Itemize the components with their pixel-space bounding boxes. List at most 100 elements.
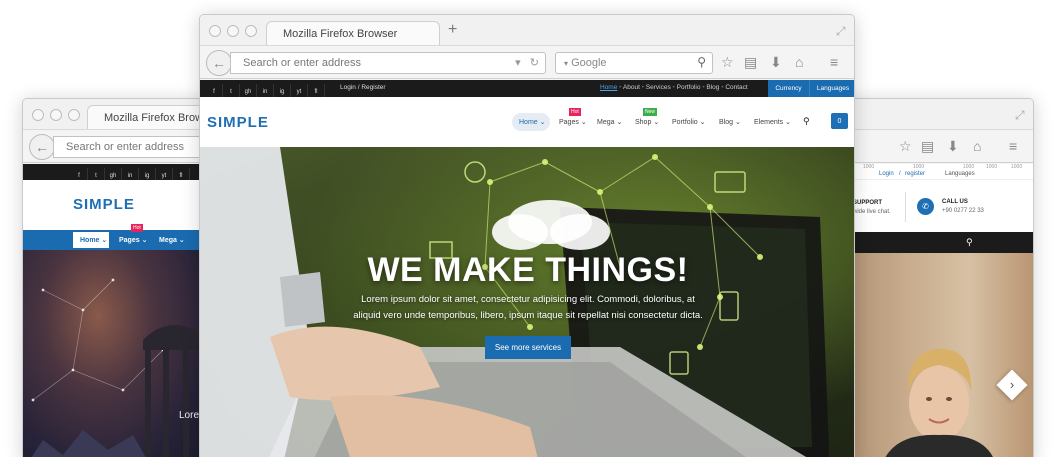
back-button[interactable]: ← (29, 134, 55, 160)
hero-text-block: WE MAKE THINGS! Lorem ipsum dolor sit am… (200, 251, 854, 359)
chevron-down-icon: ⌄ (580, 119, 587, 126)
site-header: SIMPLE (23, 180, 211, 230)
site-topbar: f t gh in ig yt fl Login / Register Home • Abo… (200, 80, 854, 100)
top-link-services[interactable]: Services (646, 84, 671, 91)
address-bar[interactable]: Search or enter address (53, 136, 211, 158)
menu-item-pages[interactable]: Pages ⌄ (119, 236, 147, 244)
menu-item-home[interactable]: Home ⌄ (512, 113, 550, 131)
history-dropdown-icon[interactable]: ▾ (515, 57, 521, 69)
nav-toolbar: ← Search or enter address ▾ ↻ ▾ Google ⚲… (200, 45, 854, 79)
address-placeholder: Search or enter address (243, 57, 362, 69)
home-icon[interactable]: ⌂ (973, 138, 981, 154)
slider-next-button[interactable]: › (996, 369, 1028, 401)
login-separator: / (357, 84, 360, 91)
maximize-window-button[interactable] (68, 109, 80, 121)
hero-text-line-1: Lorem ipsum dolor sit amet, consectetur … (361, 294, 695, 305)
menu-item-home[interactable]: Home ⌄ (73, 232, 109, 248)
search-bar[interactable]: ▾ Google ⚲ (555, 52, 713, 74)
top-link-home[interactable]: Home (600, 84, 617, 91)
menu-icon[interactable]: ≡ (1009, 138, 1017, 154)
menu-item-mega[interactable]: Mega ⌄ (597, 118, 622, 126)
download-icon[interactable]: ⬇ (947, 138, 959, 155)
bookmark-star-icon[interactable]: ☆ (899, 138, 912, 155)
ruler-mark: 1000 (986, 164, 998, 170)
center-browser-window: Mozilla Firefox Browser + ⤢ ← Search or … (199, 14, 855, 457)
browser-tab[interactable]: Mozilla Firefox Browser (266, 21, 440, 46)
menu-item-portfolio[interactable]: Portfolio ⌄ (672, 118, 706, 126)
hero-text-line-2: aliquid vero unde temporibus, libero, ip… (353, 310, 703, 321)
site-logo[interactable]: SIMPLE (207, 114, 269, 131)
bookmark-star-icon[interactable]: ☆ (721, 54, 734, 71)
minimize-window-button[interactable] (227, 25, 239, 37)
ruler-mark: 1000 (1011, 164, 1023, 170)
site-topbar: f t gh in ig yt fl (23, 164, 211, 184)
window-controls (209, 25, 257, 37)
constellation-decoration (31, 278, 208, 457)
top-link-portfolio[interactable]: Portfolio (677, 84, 701, 91)
address-bar[interactable]: Search or enter address ▾ ↻ (230, 52, 546, 74)
reload-icon[interactable]: ↻ (530, 57, 539, 69)
left-browser-window: Mozilla Firefox Browser ← Search or ente… (22, 98, 212, 457)
currency-label: Currency (775, 85, 802, 92)
menu-item-blog[interactable]: Blog ⌄ (719, 118, 741, 126)
cart-icon[interactable]: 0 (831, 113, 848, 129)
menu-item-elements-label: Elements (754, 119, 784, 126)
register-link[interactable]: register (905, 171, 925, 177)
top-link-about[interactable]: About (623, 84, 640, 91)
fullscreen-icon[interactable]: ⤢ (836, 24, 846, 39)
login-register: Login / Register (340, 84, 386, 91)
home-icon[interactable]: ⌂ (795, 54, 803, 70)
close-window-button[interactable] (209, 25, 221, 37)
header-divider (905, 192, 906, 222)
menu-item-pages[interactable]: Pages ⌄ (559, 118, 587, 126)
hero-slider: WE MAKE THINGS! Lorem ipsum dolor sit am… (200, 147, 854, 457)
search-engine-dropdown-icon[interactable]: ▾ (564, 59, 568, 68)
cart-count: 0 (837, 118, 842, 125)
site-logo[interactable]: SIMPLE (73, 196, 135, 213)
fullscreen-icon[interactable]: ⤢ (1015, 108, 1025, 123)
new-badge: New (643, 108, 658, 116)
login-link[interactable]: Login (879, 171, 894, 177)
menu-item-elements[interactable]: Elements ⌄ (754, 118, 791, 126)
menu-item-blog-label: Blog (719, 119, 734, 126)
currency-button[interactable]: Currency (768, 80, 810, 97)
search-icon[interactable]: ⚲ (966, 237, 973, 248)
login-link[interactable]: Login (340, 84, 356, 91)
menu-item-mega-label: Mega (597, 119, 615, 126)
chevron-down-icon: ⌄ (699, 119, 706, 126)
see-more-services-button[interactable]: See more services (484, 336, 572, 359)
chevron-down-icon: ⌄ (539, 119, 546, 126)
hot-badge: Hot (131, 224, 143, 232)
reading-list-icon[interactable]: ▤ (744, 54, 757, 71)
register-link[interactable]: Register (361, 84, 385, 91)
top-link-blog[interactable]: Blog (706, 84, 719, 91)
search-icon[interactable]: ⚲ (697, 55, 706, 69)
minimize-window-button[interactable] (50, 109, 62, 121)
menu-item-mega-label: Mega (159, 237, 177, 244)
maximize-window-button[interactable] (245, 25, 257, 37)
tab-title: Mozilla Firefox Browser (283, 28, 398, 40)
reading-list-icon[interactable]: ▤ (921, 138, 934, 155)
main-menu: Home ⌄ Pages ⌄ Hot Mega ⌄ (23, 224, 211, 250)
window-controls (32, 109, 80, 121)
search-icon[interactable]: ⚲ (803, 116, 810, 127)
top-link-contact[interactable]: Contact (725, 84, 747, 91)
chevron-down-icon: ⌄ (653, 119, 660, 126)
browser-tab[interactable]: Mozilla Firefox Browser (87, 105, 211, 130)
chevron-down-icon: ⌄ (616, 119, 623, 126)
back-arrow-icon: ← (35, 139, 49, 155)
close-window-button[interactable] (32, 109, 44, 121)
new-tab-button[interactable]: + (448, 21, 457, 39)
languages-link[interactable]: Languages (945, 171, 975, 177)
menu-icon[interactable]: ≡ (830, 54, 838, 70)
menu-item-mega[interactable]: Mega ⌄ (159, 236, 185, 244)
menu-item-shop[interactable]: Shop ⌄ (635, 118, 659, 126)
title-bar: Mozilla Firefox Browser (23, 99, 211, 130)
languages-button[interactable]: Languages (810, 80, 854, 97)
download-icon[interactable]: ⬇ (770, 54, 782, 71)
slide-text-partial: Lore (179, 410, 200, 421)
title-bar: Mozilla Firefox Browser + ⤢ (200, 15, 854, 46)
menu-item-home-label: Home (519, 119, 538, 126)
back-button[interactable]: ← (206, 50, 232, 76)
menu-item-home-label: Home (80, 237, 100, 244)
